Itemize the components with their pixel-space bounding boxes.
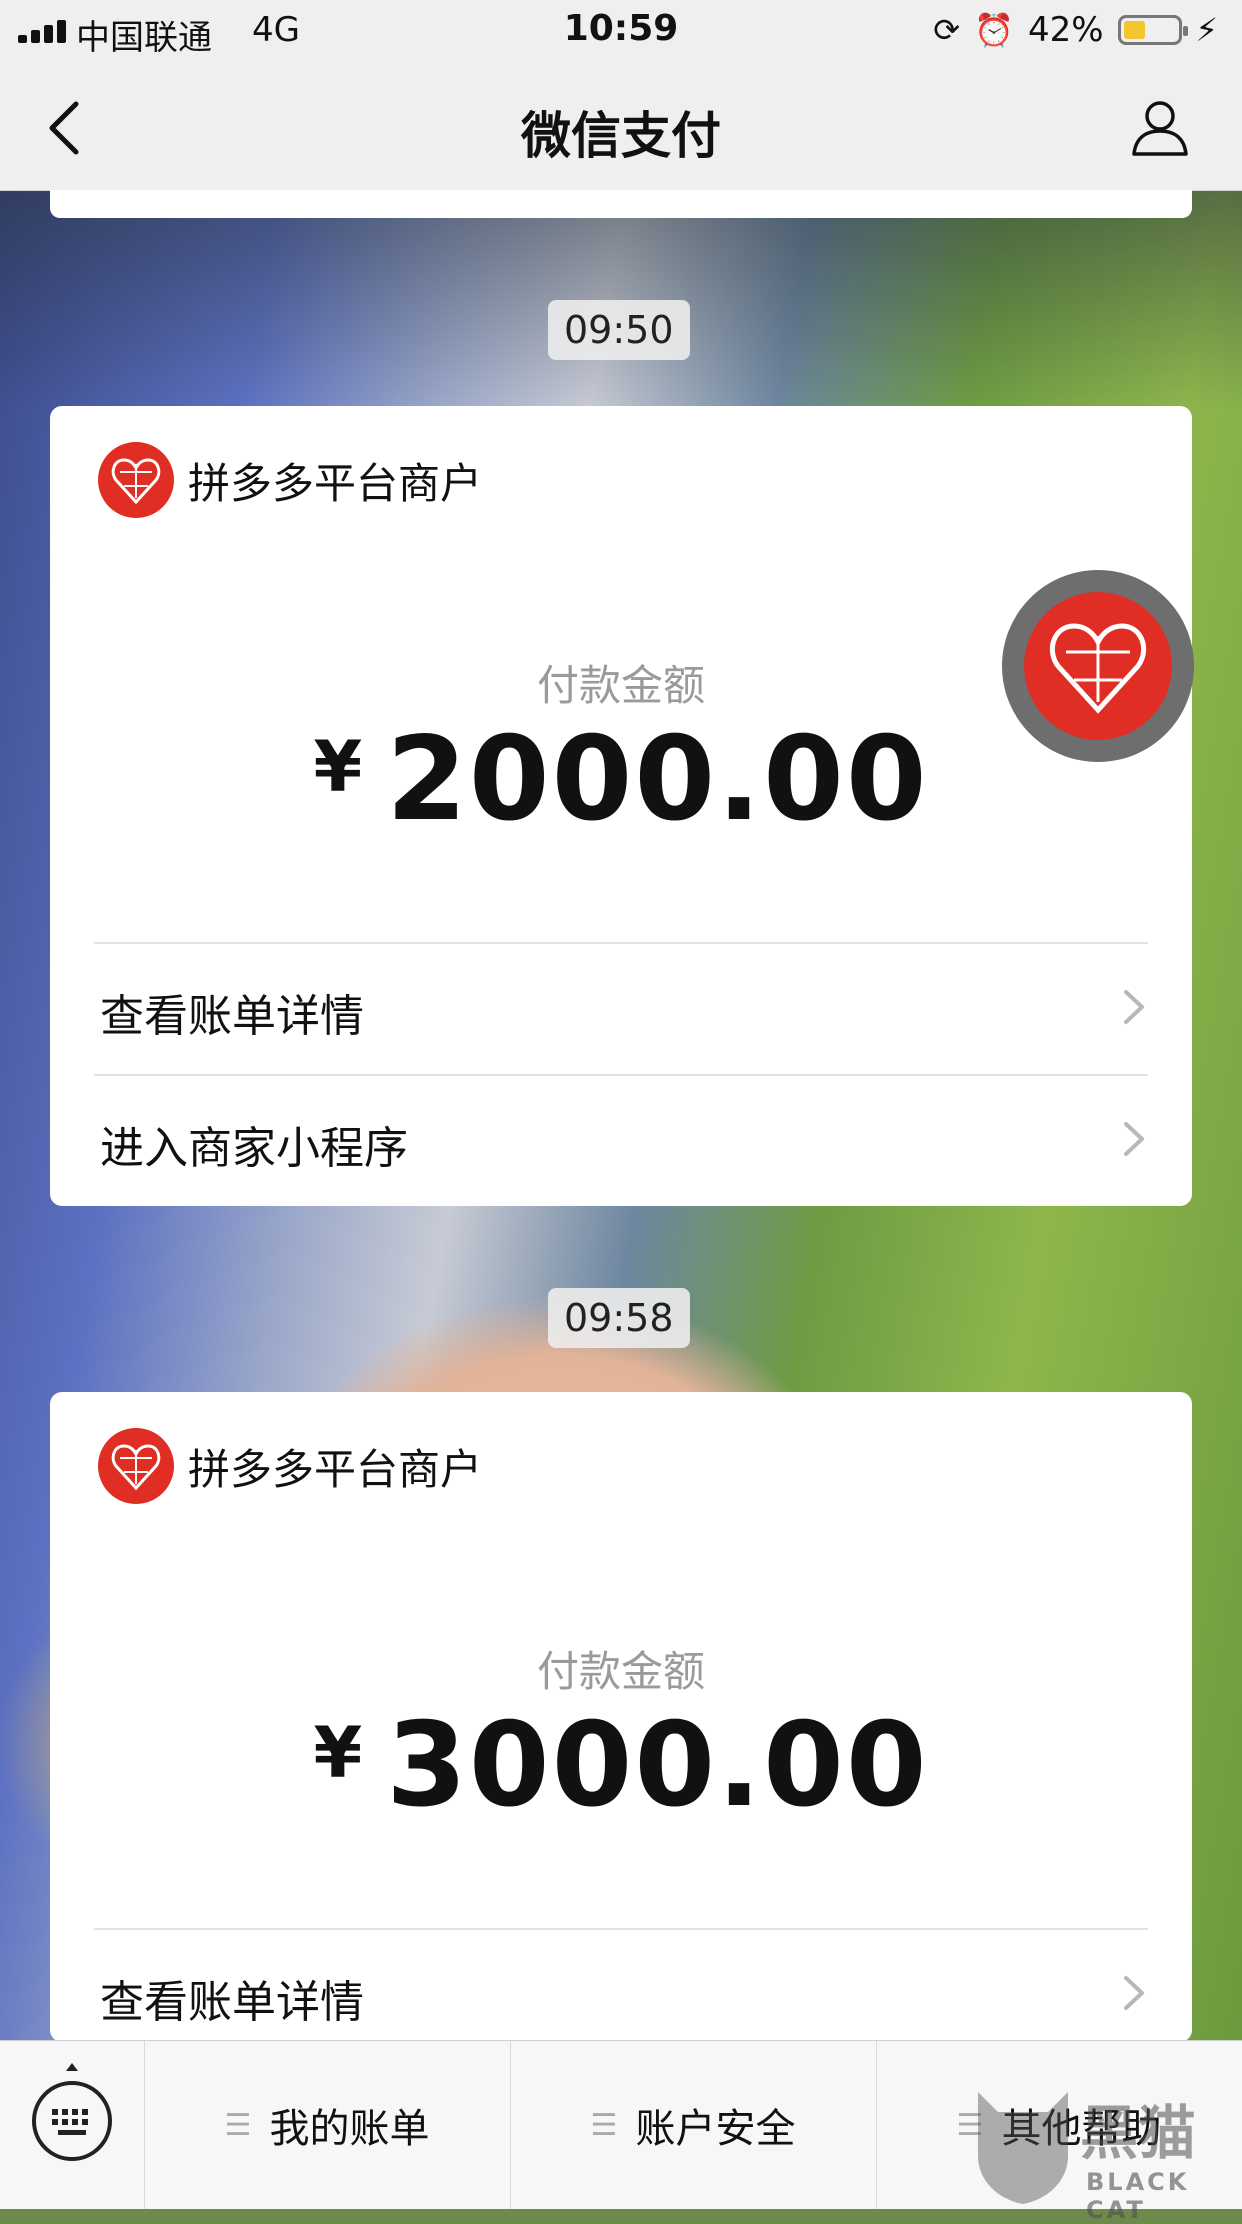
chevron-right-icon: [1124, 1976, 1144, 2010]
merchant-header: 拼多多平台商户: [98, 1428, 482, 1504]
payment-amount: ¥3000.00: [50, 1698, 1192, 1833]
black-cat-watermark: 黑猫 BLACK CAT: [968, 2086, 1238, 2224]
tab-my-bills[interactable]: ☰ 我的账单: [144, 2041, 511, 2209]
currency-symbol: ¥: [313, 726, 363, 808]
row-label: 查看账单详情: [100, 1977, 364, 2028]
status-bar: 中国联通 4G 10:59 ⟳ ⏰ 42% ⚡: [0, 0, 1242, 62]
payment-message-card[interactable]: 拼多多平台商户 付款金额 ¥2000.00 查看账单详情 进入商家小程序: [50, 406, 1192, 1206]
menu-lines-icon: ☰: [590, 2107, 618, 2143]
battery-icon: [1117, 15, 1188, 45]
payment-amount: ¥2000.00: [50, 712, 1192, 847]
battery-percent: 42%: [1027, 10, 1104, 50]
rotation-lock-icon: ⟳: [933, 11, 961, 49]
floating-miniprogram-bubble[interactable]: [1002, 570, 1194, 762]
view-bill-details-row[interactable]: 查看账单详情: [94, 1928, 1148, 2042]
chevron-right-icon: [1124, 1122, 1144, 1156]
alarm-icon: ⏰: [974, 11, 1014, 49]
amount-value: 3000.00: [386, 1698, 929, 1833]
cat-shield-logo-icon: [978, 2092, 1068, 2204]
open-merchant-miniprogram-row[interactable]: 进入商家小程序: [94, 1074, 1148, 1206]
merchant-name: 拼多多平台商户: [188, 458, 483, 508]
menu-lines-icon: ☰: [224, 2107, 252, 2143]
amount-value: 2000.00: [386, 712, 929, 847]
row-label: 查看账单详情: [100, 991, 364, 1042]
currency-symbol: ¥: [313, 1712, 363, 1794]
person-icon[interactable]: [1128, 96, 1192, 160]
message-timestamp: 09:50: [548, 300, 690, 360]
previous-message-card: [50, 190, 1192, 218]
keyboard-toggle-button[interactable]: [0, 2041, 145, 2209]
page-title: 微信支付: [521, 107, 721, 165]
message-timestamp: 09:58: [548, 1288, 690, 1348]
tab-account-security[interactable]: ☰ 账户安全: [510, 2041, 877, 2209]
row-label: 进入商家小程序: [100, 1123, 408, 1174]
chevron-right-icon: [1124, 990, 1144, 1024]
amount-label: 付款金额: [536, 1647, 705, 1696]
merchant-header: 拼多多平台商户: [98, 442, 482, 518]
tab-label: 我的账单: [269, 2106, 430, 2152]
payment-message-card[interactable]: 拼多多平台商户 付款金额 ¥3000.00 查看账单详情: [50, 1392, 1192, 2042]
pinduoduo-logo-icon: [98, 1428, 174, 1504]
merchant-name: 拼多多平台商户: [188, 1444, 483, 1494]
view-bill-details-row[interactable]: 查看账单详情: [94, 942, 1148, 1074]
pinduoduo-logo-icon: [98, 442, 174, 518]
charging-icon: ⚡: [1195, 11, 1218, 49]
pinduoduo-logo-icon: [1024, 592, 1172, 740]
navigation-bar: 微信支付: [0, 62, 1242, 191]
keyboard-icon: [32, 2063, 112, 2161]
tab-label: 账户安全: [635, 2106, 796, 2152]
